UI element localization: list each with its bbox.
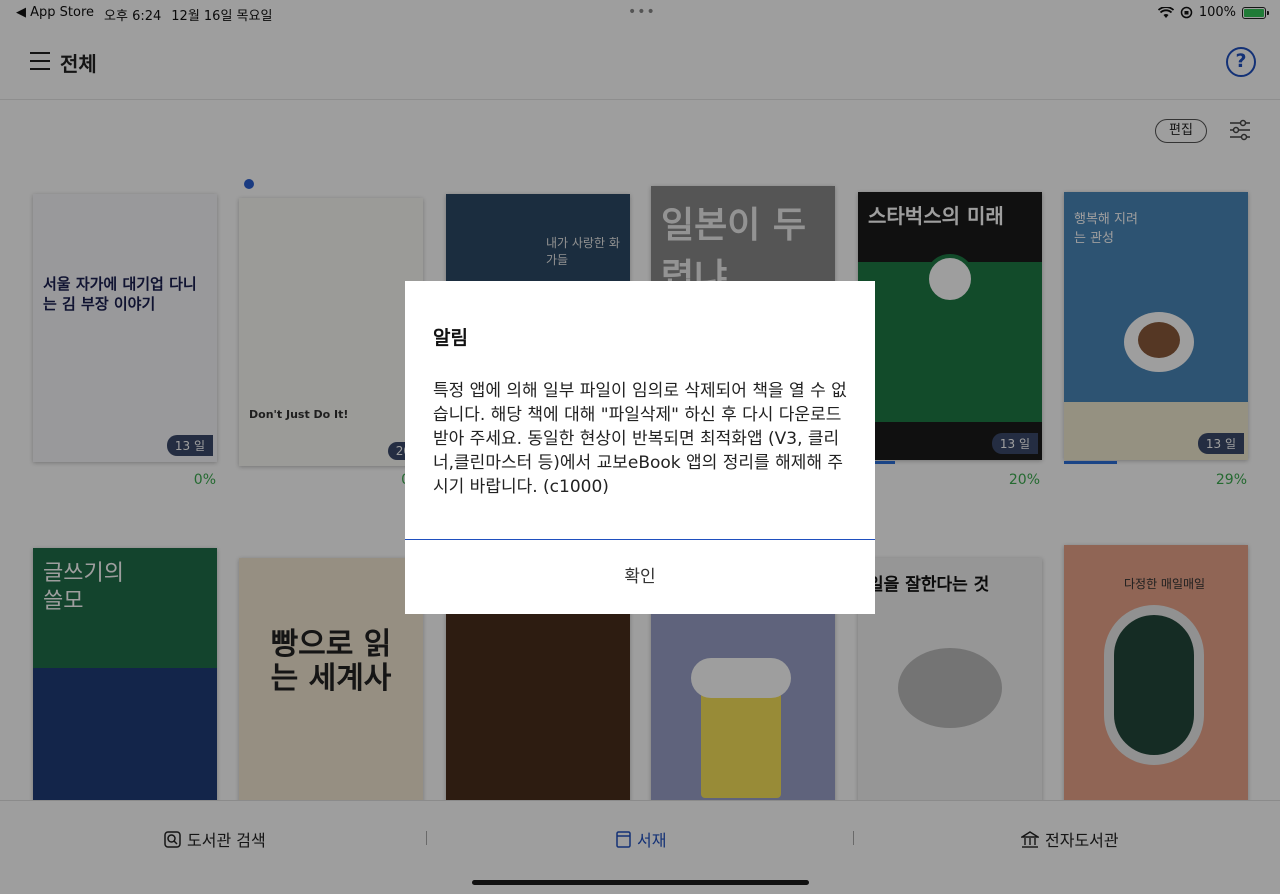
- home-indicator[interactable]: [472, 880, 809, 885]
- confirm-button[interactable]: 확인: [405, 540, 875, 614]
- dialog-title: 알림: [433, 327, 468, 349]
- alert-dialog: 알림 특정 앱에 의해 일부 파일이 임의로 삭제되어 책을 열 수 없습니다.…: [405, 281, 875, 614]
- dialog-message: 특정 앱에 의해 일부 파일이 임의로 삭제되어 책을 열 수 없습니다. 해당…: [433, 381, 847, 497]
